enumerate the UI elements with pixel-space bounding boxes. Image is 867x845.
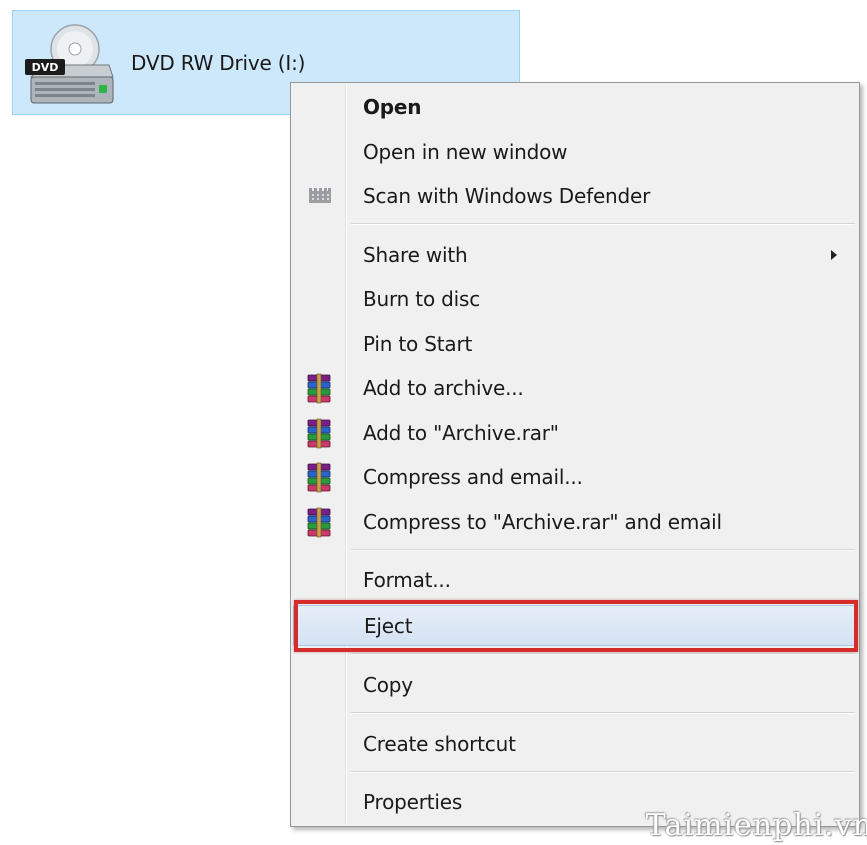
menu-item-label: Compress and email... [363,465,583,489]
menu-item-eject[interactable]: Eject [293,605,857,646]
menu-separator [351,223,855,225]
menu-item-label: Burn to disc [363,287,481,311]
menu-item-pin-to-start[interactable]: Pin to Start [293,324,857,364]
menu-item-label: Create shortcut [363,732,516,756]
windows-defender-icon [309,188,331,203]
submenu-arrow-icon [831,250,837,260]
watermark: Taimienphi.vn [645,808,867,843]
menu-item-burn-to-disc[interactable]: Burn to disc [293,279,857,319]
menu-item-label: Properties [363,790,463,814]
menu-separator [351,712,855,714]
menu-separator [351,771,855,773]
menu-separator [351,653,855,655]
winrar-icon [307,462,331,493]
dvd-drive-icon: DVD [25,24,114,104]
menu-item-label: Open [363,95,422,119]
winrar-icon [307,373,331,404]
menu-item-label: Pin to Start [363,332,473,356]
menu-item-label: Share with [363,243,468,267]
menu-item-label: Eject [364,613,413,638]
menu-item-compress-and-email[interactable]: Compress and email... [293,457,857,497]
menu-item-label: Add to "Archive.rar" [363,421,559,445]
menu-item-scan-with-windows-defender[interactable]: Scan with Windows Defender [293,176,857,216]
menu-item-copy[interactable]: Copy [293,665,857,705]
menu-item-share-with[interactable]: Share with [293,235,857,275]
context-menu: Open Open in new window Scan with Window… [290,82,860,827]
menu-item-label: Format... [363,568,451,592]
winrar-icon [307,418,331,449]
menu-item-create-shortcut[interactable]: Create shortcut [293,724,857,764]
menu-item-add-to-archive[interactable]: Add to archive... [293,368,857,408]
menu-item-format[interactable]: Format... [293,560,857,600]
menu-separator [351,549,855,551]
screen: DVD DVD RW Drive (I:) Open Open in new w… [0,0,867,845]
dvd-badge-text: DVD [32,61,59,74]
menu-item-label: Scan with Windows Defender [363,184,651,208]
menu-item-add-to-archive-rar[interactable]: Add to "Archive.rar" [293,413,857,453]
menu-item-open-in-new-window[interactable]: Open in new window [293,132,857,172]
menu-item-label: Add to archive... [363,376,524,400]
winrar-icon [307,507,331,538]
menu-item-label: Copy [363,673,413,697]
menu-item-label: Compress to "Archive.rar" and email [363,510,722,534]
menu-item-open[interactable]: Open [293,87,857,127]
drive-label: DVD RW Drive (I:) [131,51,306,75]
menu-item-compress-to-archive-rar-and-email[interactable]: Compress to "Archive.rar" and email [293,502,857,542]
menu-item-label: Open in new window [363,140,568,164]
